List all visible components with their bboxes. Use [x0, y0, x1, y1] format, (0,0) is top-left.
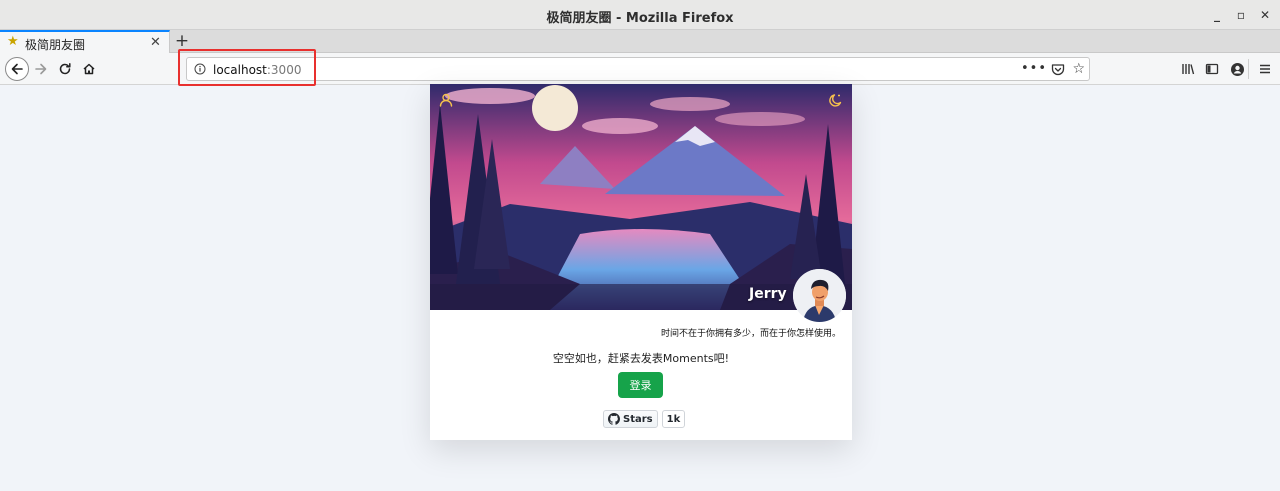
github-stars-button[interactable]: Stars — [603, 410, 658, 428]
url-text[interactable]: localhost:3000 — [213, 63, 301, 77]
moments-card: Jerry 时间不在于你拥有多少，而在于你怎样使用。 空空如也，赶紧去发表Mom… — [430, 84, 852, 440]
empty-state-message: 空空如也，赶紧去发表Moments吧! — [552, 352, 730, 365]
tab-close-icon[interactable]: ✕ — [150, 35, 161, 50]
bookmark-star-icon[interactable]: ☆ — [1072, 61, 1085, 77]
github-stars-label: Stars — [623, 413, 653, 425]
maximize-button[interactable]: ▫ — [1232, 6, 1250, 24]
back-button[interactable] — [5, 57, 29, 81]
account-button[interactable] — [1229, 61, 1245, 77]
sidebar-button[interactable] — [1204, 61, 1220, 77]
url-bar[interactable]: localhost:3000 ••• ☆ — [186, 57, 1090, 81]
user-icon[interactable] — [438, 92, 454, 108]
github-stars-count[interactable]: 1k — [661, 410, 686, 428]
star-icon: ★ — [7, 34, 19, 49]
username: Jerry — [749, 286, 787, 302]
info-icon[interactable] — [194, 63, 206, 78]
home-button[interactable] — [79, 59, 99, 79]
url-host: localhost — [213, 63, 267, 77]
tab-label: 极简朋友圈 — [25, 38, 86, 52]
window-close-button[interactable]: ✕ — [1256, 6, 1274, 24]
cover-image: Jerry — [430, 84, 852, 310]
moon-icon[interactable] — [828, 92, 844, 108]
forward-button[interactable] — [31, 59, 51, 79]
menu-button[interactable] — [1257, 61, 1273, 77]
github-stars-widget: Stars 1k — [603, 410, 686, 428]
account-icon — [1230, 62, 1244, 76]
reload-button[interactable] — [55, 59, 75, 79]
tab-active[interactable]: ★ 极简朋友圈 ✕ — [0, 30, 170, 53]
toolbar-separator — [1248, 59, 1249, 79]
window-titlebar: 极简朋友圈 - Mozilla Firefox _ ▫ ✕ — [0, 0, 1280, 30]
login-button[interactable]: 登录 — [618, 372, 663, 398]
library-icon — [1182, 64, 1195, 75]
url-port: :3000 — [266, 63, 302, 77]
pocket-icon[interactable] — [1051, 63, 1065, 79]
arrow-left-icon — [11, 63, 23, 75]
page-actions-icon[interactable]: ••• — [1021, 61, 1047, 76]
avatar[interactable] — [793, 269, 846, 322]
arrow-right-icon — [35, 63, 47, 75]
sidebar-icon — [1205, 63, 1219, 75]
new-tab-button[interactable]: + — [173, 31, 191, 51]
home-icon — [83, 63, 95, 75]
profile-motto: 时间不在于你拥有多少，而在于你怎样使用。 — [660, 329, 841, 339]
library-button[interactable] — [1180, 61, 1196, 77]
window-title: 极简朋友圈 - Mozilla Firefox — [546, 11, 734, 26]
minimize-button[interactable]: _ — [1208, 6, 1226, 24]
tab-strip: ★ 极简朋友圈 ✕ + — [0, 30, 1280, 53]
reload-icon — [59, 63, 71, 75]
navigation-toolbar: localhost:3000 ••• ☆ — [0, 53, 1280, 85]
github-icon — [608, 413, 620, 425]
hamburger-menu-icon — [1260, 64, 1270, 74]
